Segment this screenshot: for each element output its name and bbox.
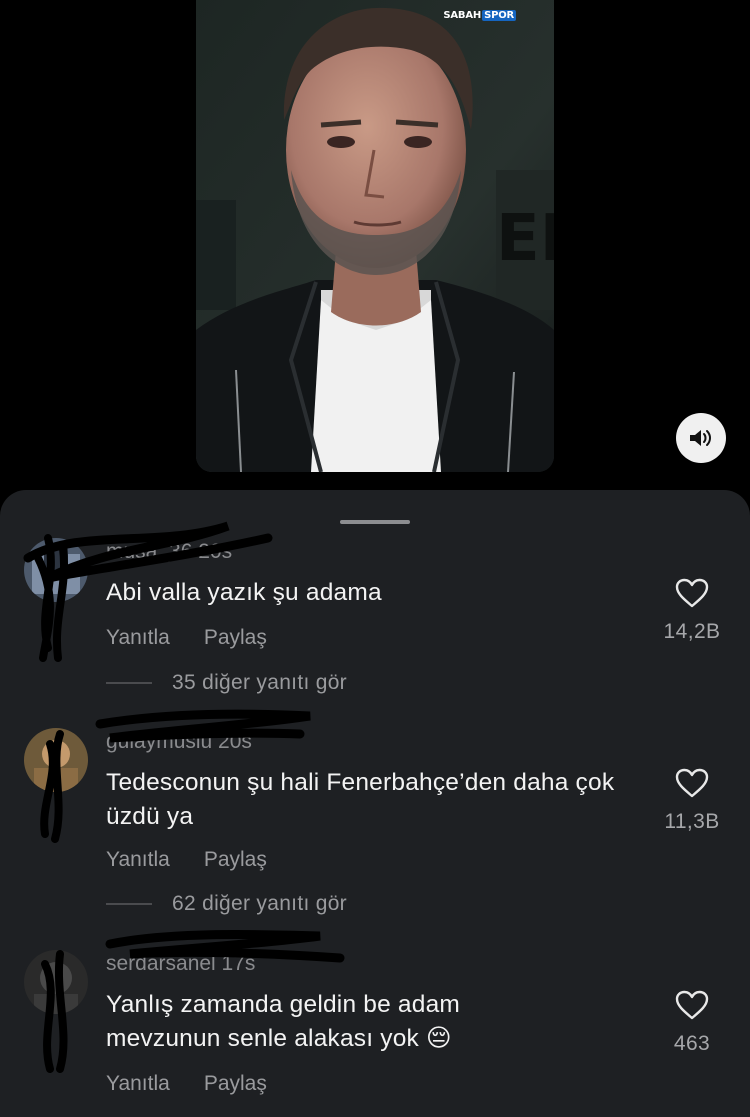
- view-more-replies[interactable]: 35 diğer yanıtı gör: [106, 671, 347, 695]
- avatar-image: [24, 538, 88, 602]
- like-count: 11,3B: [664, 810, 720, 833]
- watermark-text-2: SPOR: [482, 10, 516, 21]
- sound-toggle-button[interactable]: [676, 413, 726, 463]
- reply-button[interactable]: Yanıtla: [106, 848, 170, 872]
- speaker-icon: [690, 430, 711, 446]
- sheet-drag-handle[interactable]: [340, 520, 410, 524]
- heart-outline-icon: [675, 768, 709, 798]
- reels-comments-screen: EN: [0, 0, 750, 1117]
- comment-actions: Yanıtla Paylaş: [106, 626, 267, 650]
- comment-text: Yanlış zamanda geldin be adam mevzunun s…: [106, 991, 461, 1052]
- comment-text: Tedesconun şu hali Fenerbahçe’den daha ç…: [106, 769, 615, 830]
- share-button[interactable]: Paylaş: [204, 848, 267, 872]
- comment-username[interactable]: musa_36 20s: [106, 540, 232, 564]
- more-replies-label: 62 diğer yanıtı gör: [172, 892, 347, 915]
- share-button[interactable]: Paylaş: [204, 1072, 267, 1096]
- comment-text: Abi valla yazık şu adama: [106, 579, 382, 606]
- avatar-image: [24, 950, 88, 1014]
- heart-outline-icon: [675, 578, 709, 608]
- heart-outline-icon: [675, 990, 709, 1020]
- like-button[interactable]: 11,3B: [656, 768, 728, 834]
- comment-username[interactable]: gulaymuslu 20s: [106, 730, 252, 754]
- comments-sheet: musa_36 20s Abi valla yazık şu adama Yan…: [0, 490, 750, 1117]
- comment-actions: Yanıtla Paylaş: [106, 1072, 267, 1096]
- avatar[interactable]: [24, 728, 88, 792]
- comment-actions: Yanıtla Paylaş: [106, 848, 267, 872]
- replies-divider: [106, 903, 152, 905]
- reply-button[interactable]: Yanıtla: [106, 626, 170, 650]
- avatar[interactable]: [24, 538, 88, 602]
- comment-username[interactable]: serdarsanel 17s: [106, 952, 255, 976]
- like-button[interactable]: 463: [656, 990, 728, 1056]
- avatar[interactable]: [24, 950, 88, 1014]
- avatar-image: [24, 728, 88, 792]
- reply-button[interactable]: Yanıtla: [106, 1072, 170, 1096]
- broadcaster-watermark: SABAH SPOR: [443, 10, 516, 21]
- watermark-text-1: SABAH: [443, 10, 482, 21]
- video-player[interactable]: EN: [196, 0, 554, 472]
- like-count: 14,2B: [663, 620, 721, 643]
- like-count: 463: [673, 1032, 711, 1055]
- like-button[interactable]: 14,2B: [656, 578, 728, 644]
- share-button[interactable]: Paylaş: [204, 626, 267, 650]
- more-replies-label: 35 diğer yanıtı gör: [172, 671, 347, 694]
- svg-text:EN: EN: [496, 202, 554, 276]
- video-frame-image: EN: [196, 0, 554, 472]
- replies-divider: [106, 682, 152, 684]
- view-more-replies[interactable]: 62 diğer yanıtı gör: [106, 892, 347, 916]
